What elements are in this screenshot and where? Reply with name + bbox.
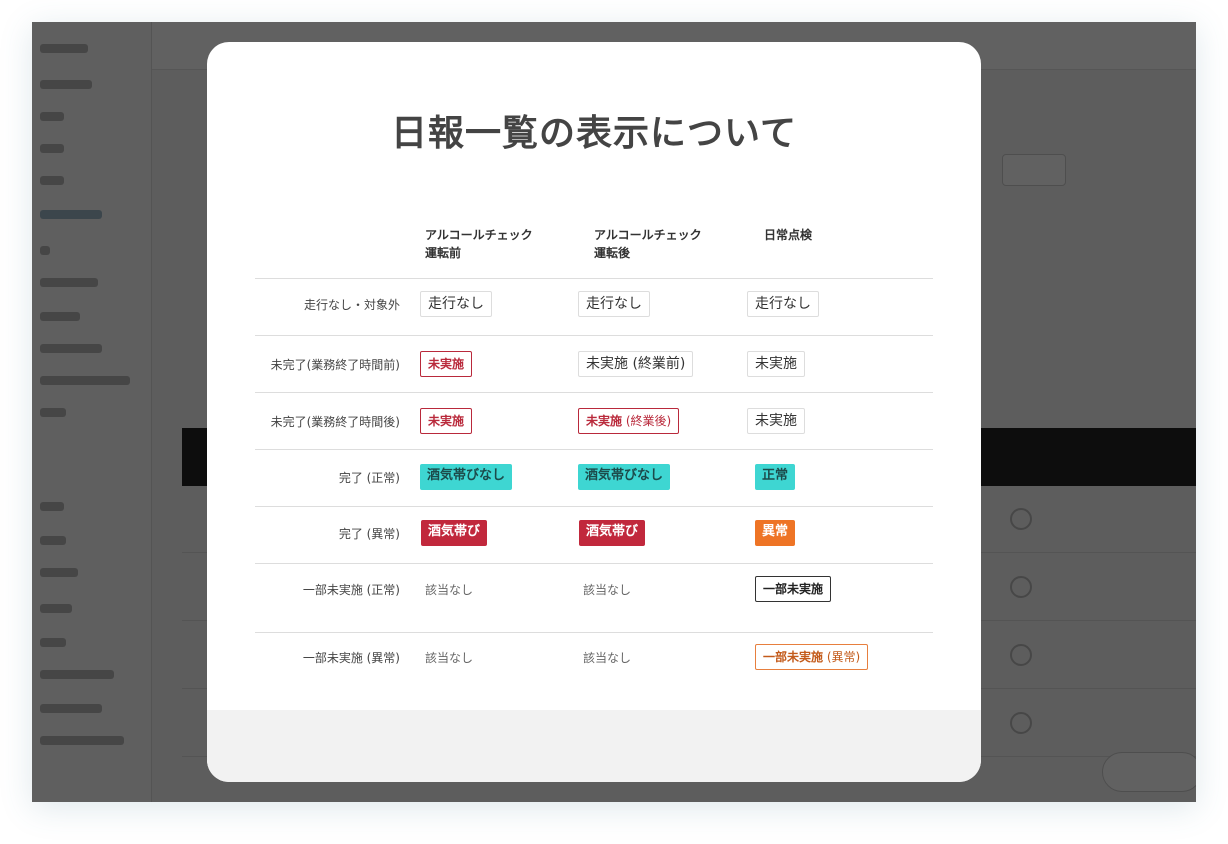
status-badge-text: 一部未実施 [763, 582, 824, 596]
status-badge-text: 走行なし [428, 296, 484, 312]
status-badge-plain: 未実施 [747, 351, 805, 377]
row-divider [255, 449, 933, 450]
row-divider [255, 392, 933, 393]
status-badge-orange: 異常 [755, 520, 796, 546]
column-header-line1: アルコールチェック [594, 228, 702, 242]
row-divider [255, 278, 933, 279]
modal-title: 日報一覧の表示について [391, 113, 797, 154]
column-header-line1: アルコールチェック [425, 228, 533, 242]
status-badge-red-outline: 未実施 (終業後) [578, 408, 680, 434]
status-badge-plain: 走行なし [420, 291, 492, 317]
not-applicable-text: 該当なし [425, 583, 474, 597]
status-badge-text: 未実施 (終業前) [586, 356, 686, 372]
status-badge-text: 酒気帯びなし [427, 468, 506, 483]
row-label: 未完了(業務終了時間後) [270, 415, 400, 429]
row-divider [255, 632, 933, 633]
row-label: 完了 (正常) [338, 471, 400, 485]
status-badge-teal: 正常 [755, 464, 796, 490]
row-divider [255, 506, 933, 507]
status-badge-plain: 未実施 [747, 408, 805, 434]
status-badge-text: 未実施 [755, 356, 797, 372]
column-header-line1: 日常点検 [764, 228, 813, 242]
row-label: 一部未実施 (異常) [302, 651, 400, 665]
not-applicable-text: 該当なし [583, 651, 632, 665]
status-badge-text: 未実施 [428, 414, 465, 428]
status-badge-text: 走行なし [586, 296, 642, 312]
column-header-post-drive: アルコールチェック 運転後 [594, 226, 702, 262]
row-label: 未完了(業務終了時間前) [270, 358, 400, 372]
column-header-pre-drive: アルコールチェック 運転前 [425, 226, 533, 262]
status-badge-dark-outline: 一部未実施 [755, 576, 832, 602]
status-badge-red-outline: 未実施 [420, 351, 473, 377]
status-badge-subtext: (異常) [823, 650, 861, 664]
status-badge-text: 一部未実施 [763, 650, 824, 664]
row-label: 完了 (異常) [338, 527, 400, 541]
status-badge-text: 正常 [762, 468, 789, 483]
status-badge-text: 酒気帯びなし [585, 468, 664, 483]
status-badge-plain: 走行なし [747, 291, 819, 317]
row-label: 一部未実施 (正常) [302, 583, 400, 597]
status-badge-red: 酒気帯び [579, 520, 646, 546]
status-badge-teal: 酒気帯びなし [578, 464, 671, 490]
column-header-line2: 運転前 [425, 246, 462, 260]
row-divider [255, 563, 933, 564]
status-badge-text: 未実施 [586, 414, 623, 428]
status-badge-text: 走行なし [755, 296, 811, 312]
status-badge-orange-outline: 一部未実施 (異常) [755, 644, 869, 670]
status-badge-teal: 酒気帯びなし [420, 464, 513, 490]
status-badge-text: 異常 [762, 524, 789, 539]
status-badge-text: 未実施 [428, 357, 465, 371]
status-badge-text: 未実施 [755, 413, 797, 429]
status-badge-text: 酒気帯び [586, 524, 639, 539]
row-divider [255, 335, 933, 336]
column-header-daily-inspection: 日常点検 [764, 226, 812, 244]
status-badge-text: 酒気帯び [428, 524, 481, 539]
not-applicable-text: 該当なし [583, 583, 632, 597]
status-badge-plain: 走行なし [578, 291, 650, 317]
status-badge-red: 酒気帯び [421, 520, 488, 546]
status-badge-red-outline: 未実施 [420, 408, 473, 434]
legend-modal: 日報一覧の表示について アルコールチェック 運転前 アルコールチェック 運転後 … [207, 42, 981, 782]
row-label: 走行なし・対象外 [303, 298, 400, 312]
status-badge-plain: 未実施 (終業前) [578, 351, 694, 377]
modal-footer [207, 710, 981, 782]
not-applicable-text: 該当なし [425, 651, 474, 665]
status-badge-subtext: (終業後) [622, 414, 672, 428]
column-header-line2: 運転後 [594, 246, 631, 260]
